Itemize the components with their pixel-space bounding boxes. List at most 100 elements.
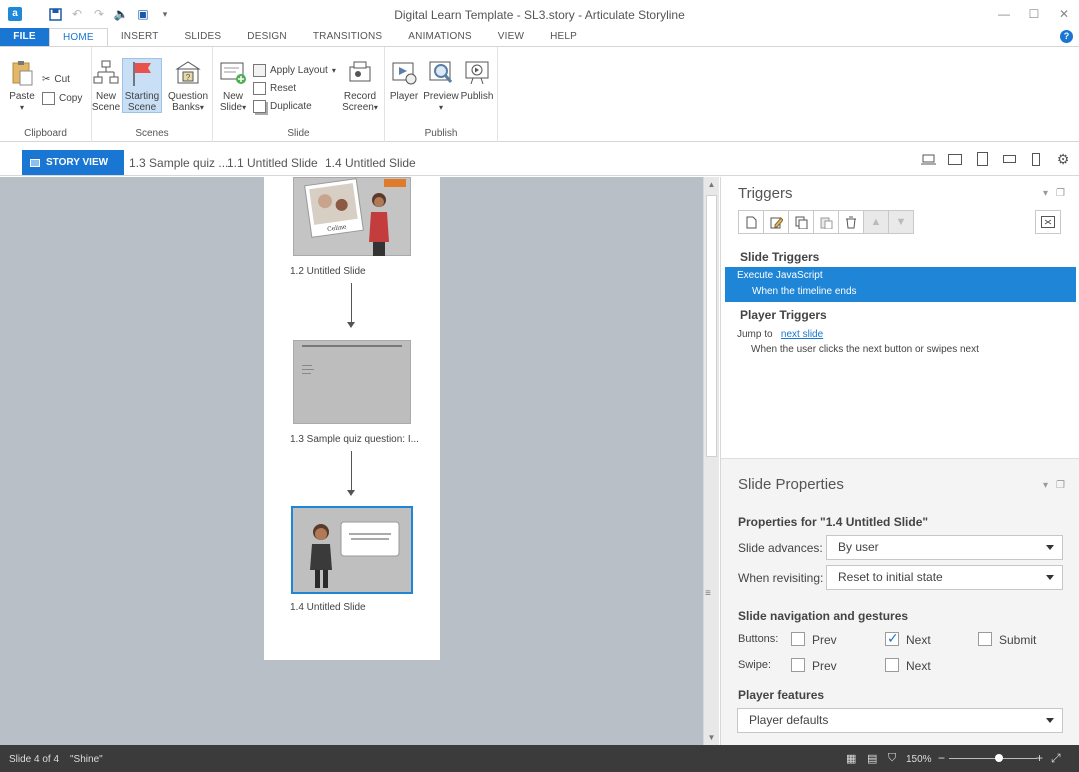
zoom-slider-track[interactable] — [949, 758, 1037, 759]
slide-label-1-3[interactable]: 1.3 Sample quiz question: I... — [290, 434, 419, 445]
next-button-checkbox[interactable] — [885, 630, 899, 647]
prev-button-label: Prev — [812, 633, 837, 647]
starting-scene-button[interactable]: Starting Scene — [122, 58, 162, 113]
zoom-out-icon[interactable]: − — [938, 751, 945, 765]
move-trigger-up-icon[interactable]: ▲ — [863, 210, 889, 234]
tab-slide-1-1[interactable]: 1.1 Untitled Slide — [227, 156, 318, 170]
slide-thumbnail-1-3[interactable] — [293, 340, 411, 424]
apply-layout-button[interactable]: Apply Layout ▾ — [253, 62, 336, 78]
scroll-up-icon[interactable]: ▲ — [704, 180, 719, 189]
preview-dropdown-icon: ▾ — [438, 103, 443, 112]
slide-thumbnail-1-2[interactable]: Celine — [293, 177, 411, 256]
slide-label-1-4[interactable]: 1.4 Untitled Slide — [290, 602, 366, 613]
tab-view[interactable]: VIEW — [485, 28, 537, 46]
maximize-icon[interactable]: ☐ — [1019, 0, 1049, 28]
tablet-landscape-icon[interactable] — [947, 152, 963, 166]
edit-trigger-icon[interactable] — [763, 210, 789, 234]
tab-insert[interactable]: INSERT — [108, 28, 172, 46]
slide-advances-dropdown[interactable]: By user — [826, 535, 1063, 560]
canvas-scrollbar[interactable]: ▲ ▼ — [703, 177, 719, 745]
selected-trigger-row[interactable]: Execute JavaScript When the timeline end… — [725, 267, 1076, 302]
duplicate-button[interactable]: Duplicate — [253, 98, 312, 114]
publish-icon — [465, 61, 489, 85]
collapse-properties-icon[interactable]: ▾ — [1043, 480, 1048, 491]
when-revisiting-value: Reset to initial state — [838, 570, 943, 584]
minimize-icon[interactable]: — — [989, 0, 1019, 28]
copy-trigger-icon[interactable] — [788, 210, 814, 234]
record-screen-button[interactable]: Record Screen▾ — [340, 59, 380, 113]
panel-splitter-grip-icon[interactable]: ≡ — [705, 588, 711, 599]
swipe-prev-checkbox[interactable] — [791, 658, 805, 672]
cut-button[interactable]: ✂ Cut — [42, 71, 70, 87]
phone-portrait-icon[interactable] — [1028, 152, 1044, 166]
new-scene-label-1: New — [95, 91, 116, 102]
copy-icon — [42, 91, 55, 105]
player-trigger-row[interactable]: Jump to next slide — [737, 329, 823, 340]
tab-design[interactable]: DESIGN — [234, 28, 300, 46]
submit-button-checkbox[interactable] — [978, 632, 992, 646]
undock-triggers-icon[interactable]: ❐ — [1056, 188, 1065, 199]
fit-window-icon[interactable]: ⛉ — [888, 752, 896, 765]
phone-landscape-icon[interactable] — [1001, 152, 1017, 166]
tablet-portrait-icon[interactable] — [974, 152, 990, 166]
tab-animations[interactable]: ANIMATIONS — [395, 28, 484, 46]
tab-slides[interactable]: SLIDES — [172, 28, 235, 46]
paste-trigger-icon[interactable] — [813, 210, 839, 234]
slide-count: Slide 4 of 4 — [9, 754, 60, 765]
tab-transitions[interactable]: TRANSITIONS — [300, 28, 395, 46]
flow-arrow-line — [351, 283, 352, 323]
move-trigger-down-icon[interactable]: ▼ — [888, 210, 914, 234]
tab-home[interactable]: HOME — [49, 28, 108, 46]
preview-button[interactable]: Preview ▾ — [422, 59, 460, 113]
undock-properties-icon[interactable]: ❐ — [1056, 480, 1065, 491]
slide-label-1-2[interactable]: 1.2 Untitled Slide — [290, 266, 366, 277]
delete-trigger-icon[interactable] — [838, 210, 864, 234]
buttons-label: Buttons: — [738, 633, 779, 645]
help-icon[interactable]: ? — [1060, 30, 1073, 43]
tab-file[interactable]: FILE — [0, 28, 49, 46]
new-scene-button[interactable]: New Scene — [86, 59, 126, 113]
close-icon[interactable]: ✕ — [1049, 0, 1079, 28]
new-slide-button[interactable]: New Slide▾ — [213, 59, 253, 113]
question-banks-label-2: Banks — [172, 102, 200, 113]
slide-thumbnail-1-4[interactable] — [291, 506, 413, 594]
settings-gear-icon[interactable]: ⚙ — [1055, 151, 1071, 167]
tab-help[interactable]: HELP — [537, 28, 590, 46]
fit-to-window-icon[interactable]: ⤢ — [1051, 751, 1061, 766]
jump-target-link[interactable]: next slide — [781, 329, 823, 340]
collapse-triggers-icon[interactable]: ▾ — [1043, 188, 1048, 199]
trigger-condition: When the timeline ends — [752, 286, 857, 297]
story-canvas[interactable]: Celine 1.2 Untitled Slide 1.3 Sample qui… — [0, 177, 703, 745]
record-screen-label-2: Screen — [342, 102, 374, 113]
tab-slide-1-4[interactable]: 1.4 Untitled Slide — [325, 156, 416, 170]
paste-dropdown-icon[interactable]: ▾ — [20, 103, 24, 112]
zoom-slider-handle[interactable] — [995, 754, 1003, 762]
scrollbar-thumb[interactable] — [706, 195, 717, 457]
scroll-down-icon[interactable]: ▼ — [704, 733, 719, 742]
new-trigger-icon[interactable] — [738, 210, 764, 234]
zoom-in-icon[interactable]: + — [1036, 751, 1043, 765]
scene-panel: Celine 1.2 Untitled Slide 1.3 Sample qui… — [264, 177, 440, 660]
when-revisiting-dropdown[interactable]: Reset to initial state — [826, 565, 1063, 590]
clipboard-group-label: Clipboard — [24, 128, 67, 139]
paste-button[interactable]: Paste ▾ — [4, 59, 40, 113]
player-button[interactable]: Player — [385, 59, 423, 102]
swipe-next-checkbox[interactable] — [885, 658, 899, 672]
normal-view-icon[interactable]: ▤ — [867, 752, 877, 765]
publish-button[interactable]: Publish — [458, 59, 496, 102]
grid-view-icon[interactable]: ▦ — [846, 752, 856, 765]
laptop-icon[interactable] — [920, 152, 936, 166]
copy-label: Copy — [59, 92, 83, 104]
layout-icon — [253, 63, 266, 77]
copy-button[interactable]: Copy — [42, 90, 82, 106]
new-slide-label-1: New — [222, 91, 243, 102]
tab-story-view[interactable]: STORY VIEW — [22, 150, 124, 175]
zoom-level[interactable]: 150% — [906, 754, 932, 765]
swipe-prev-label: Prev — [812, 659, 837, 673]
prev-button-checkbox[interactable] — [791, 632, 805, 646]
question-banks-button[interactable]: ? Question Banks▾ — [166, 59, 210, 113]
reset-button[interactable]: Reset — [253, 80, 296, 96]
player-features-dropdown[interactable]: Player defaults — [737, 708, 1063, 733]
tab-slide-1-3[interactable]: 1.3 Sample quiz ... — [129, 156, 228, 170]
manage-variables-icon[interactable] — [1035, 210, 1061, 234]
